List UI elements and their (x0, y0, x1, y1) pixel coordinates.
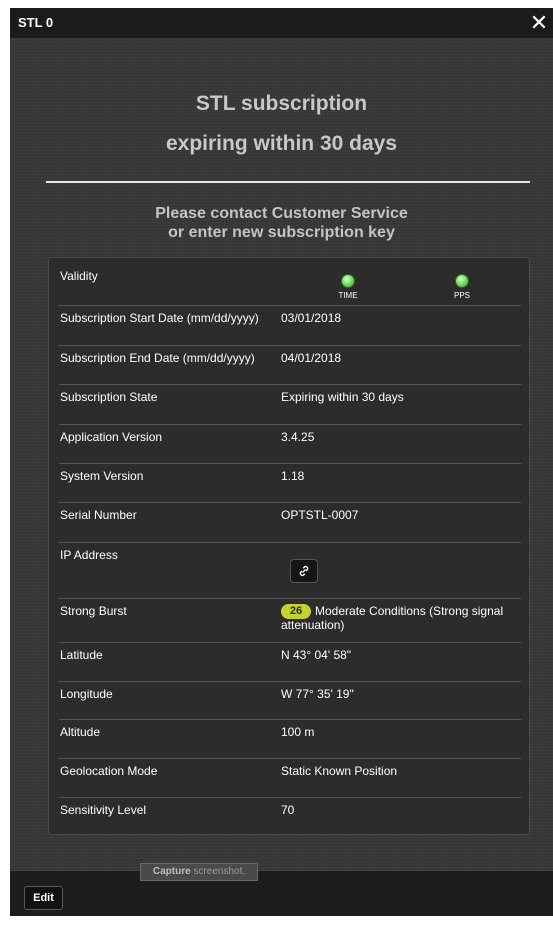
capture-screenshot-tooltip: Capture screenshot. (140, 863, 258, 881)
close-icon[interactable]: ✕ (527, 8, 551, 38)
strong-burst-description: Moderate Conditions (Strong signal atten… (281, 604, 504, 632)
expiry-headline-line2: expiring within 30 days (165, 132, 398, 155)
row-sensitivity-level: Sensitivity Level 70 (59, 798, 521, 828)
state-value: Expiring within 30 days (281, 390, 404, 404)
tooltip-rest-text: screenshot. (190, 866, 246, 877)
serial-value: OPTSTL-0007 (281, 508, 359, 522)
contact-message-line1: Please contact Customer Service (155, 205, 408, 222)
pps-status-led-icon (455, 274, 469, 288)
dialog-titlebar: STL 0 ✕ (10, 8, 553, 38)
row-end-date: Subscription End Date (mm/dd/yyyy) 04/01… (59, 346, 521, 385)
start-date-value: 03/01/2018 (281, 311, 342, 325)
row-validity: Validity TIME PPS (59, 264, 521, 306)
header-divider (46, 181, 530, 183)
row-serial-number: Serial Number OPTSTL-0007 (59, 503, 521, 543)
system-version-value: 1.18 (281, 469, 305, 483)
row-altitude: Altitude 100 m (59, 720, 521, 759)
state-label: Subscription State (60, 390, 158, 404)
altitude-label: Altitude (60, 725, 101, 739)
row-start-date: Subscription Start Date (mm/dd/yyyy) 03/… (59, 306, 521, 346)
ip-link-button[interactable] (290, 559, 318, 583)
row-latitude: Latitude N 43° 04' 58" (59, 643, 521, 682)
stl-dialog: STL 0 ✕ STL subscription expiring within… (10, 8, 553, 916)
tooltip-bold-text: Capture (152, 866, 191, 877)
ip-label: IP Address (60, 548, 118, 562)
geolocation-label: Geolocation Mode (60, 764, 158, 778)
row-subscription-state: Subscription State Expiring within 30 da… (59, 385, 521, 425)
row-application-version: Application Version 3.4.25 (59, 425, 521, 464)
row-strong-burst: Strong Burst Moderate Conditions (Strong… (59, 599, 521, 643)
row-system-version: System Version 1.18 (59, 464, 521, 503)
strong-burst-label: Strong Burst (60, 604, 127, 618)
row-ip-address: IP Address (59, 543, 521, 599)
system-version-label: System Version (60, 469, 144, 483)
start-date-label: Subscription Start Date (mm/dd/yyyy) (60, 311, 259, 325)
dialog-footer: Edit (10, 870, 553, 916)
time-status-led-icon (341, 274, 355, 288)
validity-label: Validity (60, 269, 98, 283)
details-panel: Validity TIME PPS Subscription Start Dat… (48, 257, 530, 835)
app-version-value: 3.4.25 (281, 430, 315, 444)
dialog-title: STL 0 (18, 15, 54, 30)
longitude-label: Longitude (60, 687, 113, 701)
end-date-value: 04/01/2018 (281, 351, 342, 365)
edit-button[interactable]: Edit (24, 886, 63, 910)
app-version-label: Application Version (60, 430, 163, 444)
contact-message-line2: or enter new subscription key (168, 224, 395, 241)
row-geolocation-mode: Geolocation Mode Static Known Position (59, 759, 521, 798)
longitude-value: W 77° 35' 19" (281, 687, 354, 701)
latitude-label: Latitude (60, 648, 103, 662)
altitude-value: 100 m (281, 725, 315, 739)
sensitivity-label: Sensitivity Level (60, 803, 147, 817)
sensitivity-value: 70 (281, 803, 295, 817)
time-led-label: TIME (338, 291, 358, 300)
end-date-label: Subscription End Date (mm/dd/yyyy) (60, 351, 255, 365)
serial-label: Serial Number (60, 508, 137, 522)
row-longitude: Longitude W 77° 35' 19" (59, 682, 521, 720)
latitude-value: N 43° 04' 58" (281, 648, 352, 662)
pps-led-label: PPS (453, 291, 470, 300)
strong-burst-badge: 26 (281, 604, 311, 619)
geolocation-value: Static Known Position (281, 764, 398, 778)
expiry-headline-line1: STL subscription (195, 92, 368, 115)
link-icon (299, 565, 309, 577)
